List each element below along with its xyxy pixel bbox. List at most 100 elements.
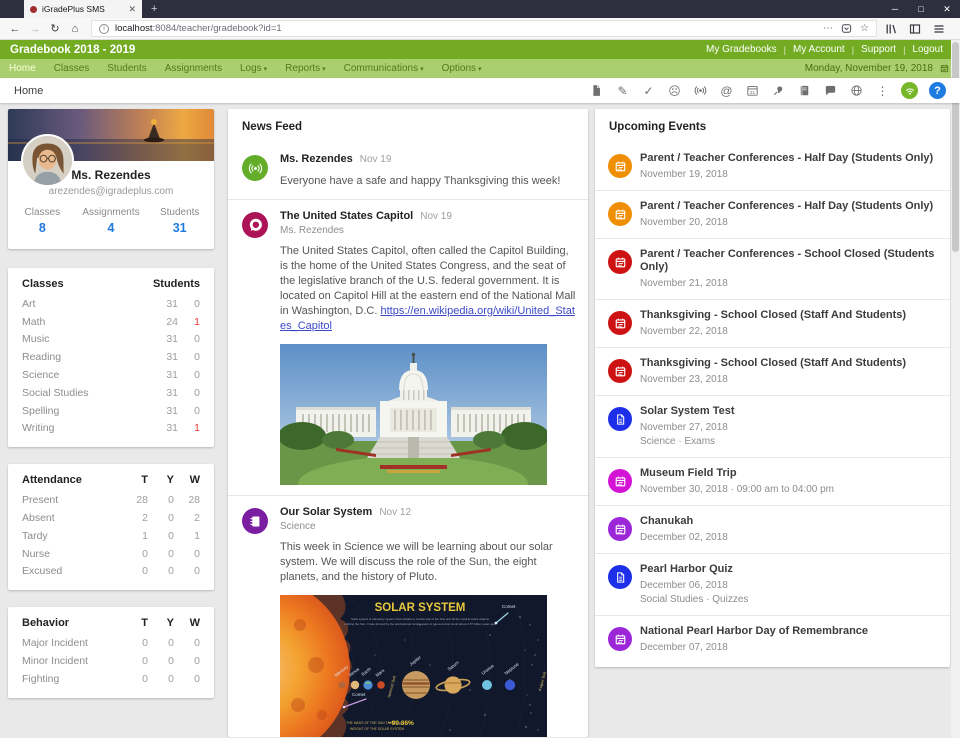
app-title: Gradebook 2018 - 2019 — [10, 44, 135, 56]
event-row[interactable]: Parent / Teacher Conferences - School Cl… — [595, 238, 950, 299]
announcement-broadcast-icon[interactable] — [693, 83, 708, 98]
url-path: :8084/teacher/gradebook?id=1 — [153, 23, 282, 34]
browser-tab[interactable]: iGradePlus SMS ✕ — [24, 0, 142, 18]
link-my-account[interactable]: My Account — [786, 44, 852, 55]
tab-title: iGradePlus SMS — [42, 4, 123, 14]
behavior-frown-icon[interactable]: ☹ — [667, 83, 682, 98]
date-calendar-icon[interactable] — [938, 62, 951, 75]
more-kebab-icon[interactable]: ⋮ — [875, 83, 890, 98]
attendance-panel: Attendance T Y W Present28028 Absent202 … — [8, 464, 214, 590]
stat-students: Students 31 — [145, 207, 214, 235]
help-icon[interactable]: ? — [929, 82, 946, 99]
event-row[interactable]: Parent / Teacher Conferences - Half Day … — [595, 190, 950, 238]
post-body: Everyone have a safe and happy Thanksgiv… — [280, 174, 578, 189]
event-row[interactable]: Museum Field Trip November 30, 2018 · 09… — [595, 457, 950, 505]
breadcrumb: Home — [14, 85, 43, 97]
page-actions-icon[interactable]: ⋯ — [823, 23, 833, 34]
nav-item-assignments[interactable]: Assignments — [156, 63, 231, 74]
edit-pencil-icon[interactable]: ✎ — [615, 83, 630, 98]
post-title[interactable]: The United States Capitol — [280, 210, 413, 222]
us-capitol-photo — [280, 344, 547, 485]
stat-assignments-value[interactable]: 4 — [77, 221, 146, 235]
stat-assignments: Assignments 4 — [77, 207, 146, 235]
behavior-panel: Behavior T Y W Major Incident000 Minor I… — [8, 607, 214, 697]
event-row[interactable]: Parent / Teacher Conferences - Half Day … — [595, 143, 950, 190]
calendar-31-icon[interactable] — [745, 83, 760, 98]
notebook-icon — [242, 508, 268, 534]
stat-students-value[interactable]: 31 — [145, 221, 214, 235]
window-maximize-button[interactable]: □ — [908, 0, 934, 18]
new-tab-button[interactable]: + — [142, 0, 166, 18]
window-minimize-button[interactable]: ─ — [882, 0, 908, 18]
link-support[interactable]: Support — [854, 44, 903, 55]
avatar[interactable] — [21, 134, 74, 187]
behavior-row: Major Incident000 — [22, 634, 200, 652]
tab-close-icon[interactable]: ✕ — [128, 4, 136, 15]
sidebar-toggle-icon[interactable] — [909, 23, 929, 35]
reload-button[interactable]: ↻ — [45, 22, 65, 35]
browser-titlebar: iGradePlus SMS ✕ + ─ □ ✕ — [0, 0, 960, 18]
event-calendar-icon — [608, 359, 632, 383]
nav-item-options[interactable]: Options — [433, 63, 491, 74]
event-row[interactable]: Chanukah December 02, 2018 — [595, 505, 950, 553]
nav-item-students[interactable]: Students — [98, 63, 155, 74]
window-close-button[interactable]: ✕ — [934, 0, 960, 18]
event-row[interactable]: National Pearl Harbor Day of Remembrance… — [595, 615, 950, 663]
connection-status-icon[interactable] — [901, 82, 918, 99]
messages-icon[interactable] — [823, 83, 838, 98]
pin-icon[interactable] — [771, 83, 786, 98]
classes-students-header: Students — [153, 278, 200, 290]
site-info-icon[interactable]: i — [99, 24, 109, 34]
pocket-icon[interactable] — [841, 23, 852, 34]
event-calendar-icon — [608, 154, 632, 178]
attendance-row: Nurse000 — [22, 545, 200, 563]
scrollbar-thumb[interactable] — [952, 42, 959, 252]
post-title[interactable]: Our Solar System — [280, 506, 372, 518]
nav-item-reports[interactable]: Reports — [276, 63, 334, 74]
attendance-row: Excused000 — [22, 563, 200, 581]
stat-classes: Classes 8 — [8, 207, 77, 235]
class-row: Reading310 — [22, 348, 200, 366]
nav-item-communications[interactable]: Communications — [335, 63, 433, 74]
back-button[interactable]: ← — [5, 23, 25, 35]
post-date: Nov 19 — [360, 154, 392, 165]
event-row[interactable]: Thanksgiving - School Closed (Staff And … — [595, 347, 950, 395]
web-globe-icon[interactable] — [849, 83, 864, 98]
tasks-check-icon[interactable]: ✓ — [641, 83, 656, 98]
post-title[interactable]: Ms. Rezendes — [280, 153, 353, 165]
nav-item-logs[interactable]: Logs — [231, 63, 276, 74]
event-row[interactable]: Solar System Test November 27, 2018 Scie… — [595, 395, 950, 457]
link-my-gradebooks[interactable]: My Gradebooks — [699, 44, 784, 55]
url-host: localhost — [115, 23, 153, 34]
page-scrollbar[interactable] — [951, 40, 960, 738]
svg-text:Comet: Comet — [502, 604, 516, 609]
class-row: Math241 — [22, 313, 200, 331]
event-row[interactable]: Thanksgiving - School Closed (Staff And … — [595, 299, 950, 347]
event-row[interactable]: Pearl Harbor Quiz December 06, 2018 Soci… — [595, 553, 950, 615]
forward-button[interactable]: → — [25, 23, 45, 35]
solar-system-poster: SOLAR SYSTEM Solar system is planetary s… — [280, 595, 547, 737]
url-bar[interactable]: i localhost:8084/teacher/gradebook?id=1 … — [91, 20, 877, 37]
event-calendar-icon — [608, 627, 632, 651]
nav-item-home[interactable]: Home — [0, 63, 45, 74]
upcoming-events-title: Upcoming Events — [595, 121, 950, 143]
stat-classes-value[interactable]: 8 — [8, 221, 77, 235]
post-author: Ms. Rezendes — [280, 225, 574, 236]
svg-text:Solar system is planetary syst: Solar system is planetary system that in… — [351, 617, 490, 621]
menu-hamburger-icon[interactable] — [933, 23, 953, 35]
event-document-icon — [608, 407, 632, 431]
nav-item-classes[interactable]: Classes — [45, 63, 99, 74]
link-logout[interactable]: Logout — [905, 44, 950, 55]
news-post: Ms. Rezendes Nov 19 Everyone have a safe … — [228, 143, 588, 199]
main-nav: Home Classes Students Assignments Logs R… — [0, 59, 960, 78]
attendance-row: Present28028 — [22, 491, 200, 509]
svg-text:orbiting the Sun. It was forme: orbiting the Sun. It was formed by the g… — [344, 622, 496, 626]
library-icon[interactable] — [885, 23, 905, 35]
home-button[interactable]: ⌂ — [65, 23, 85, 35]
gradebook-icon[interactable] — [797, 83, 812, 98]
new-document-icon[interactable] — [589, 83, 604, 98]
bookmark-star-icon[interactable]: ☆ — [860, 23, 869, 34]
attendance-row: Absent202 — [22, 509, 200, 527]
behavior-panel-title: Behavior — [22, 617, 122, 629]
mention-at-icon[interactable]: @ — [719, 83, 734, 98]
